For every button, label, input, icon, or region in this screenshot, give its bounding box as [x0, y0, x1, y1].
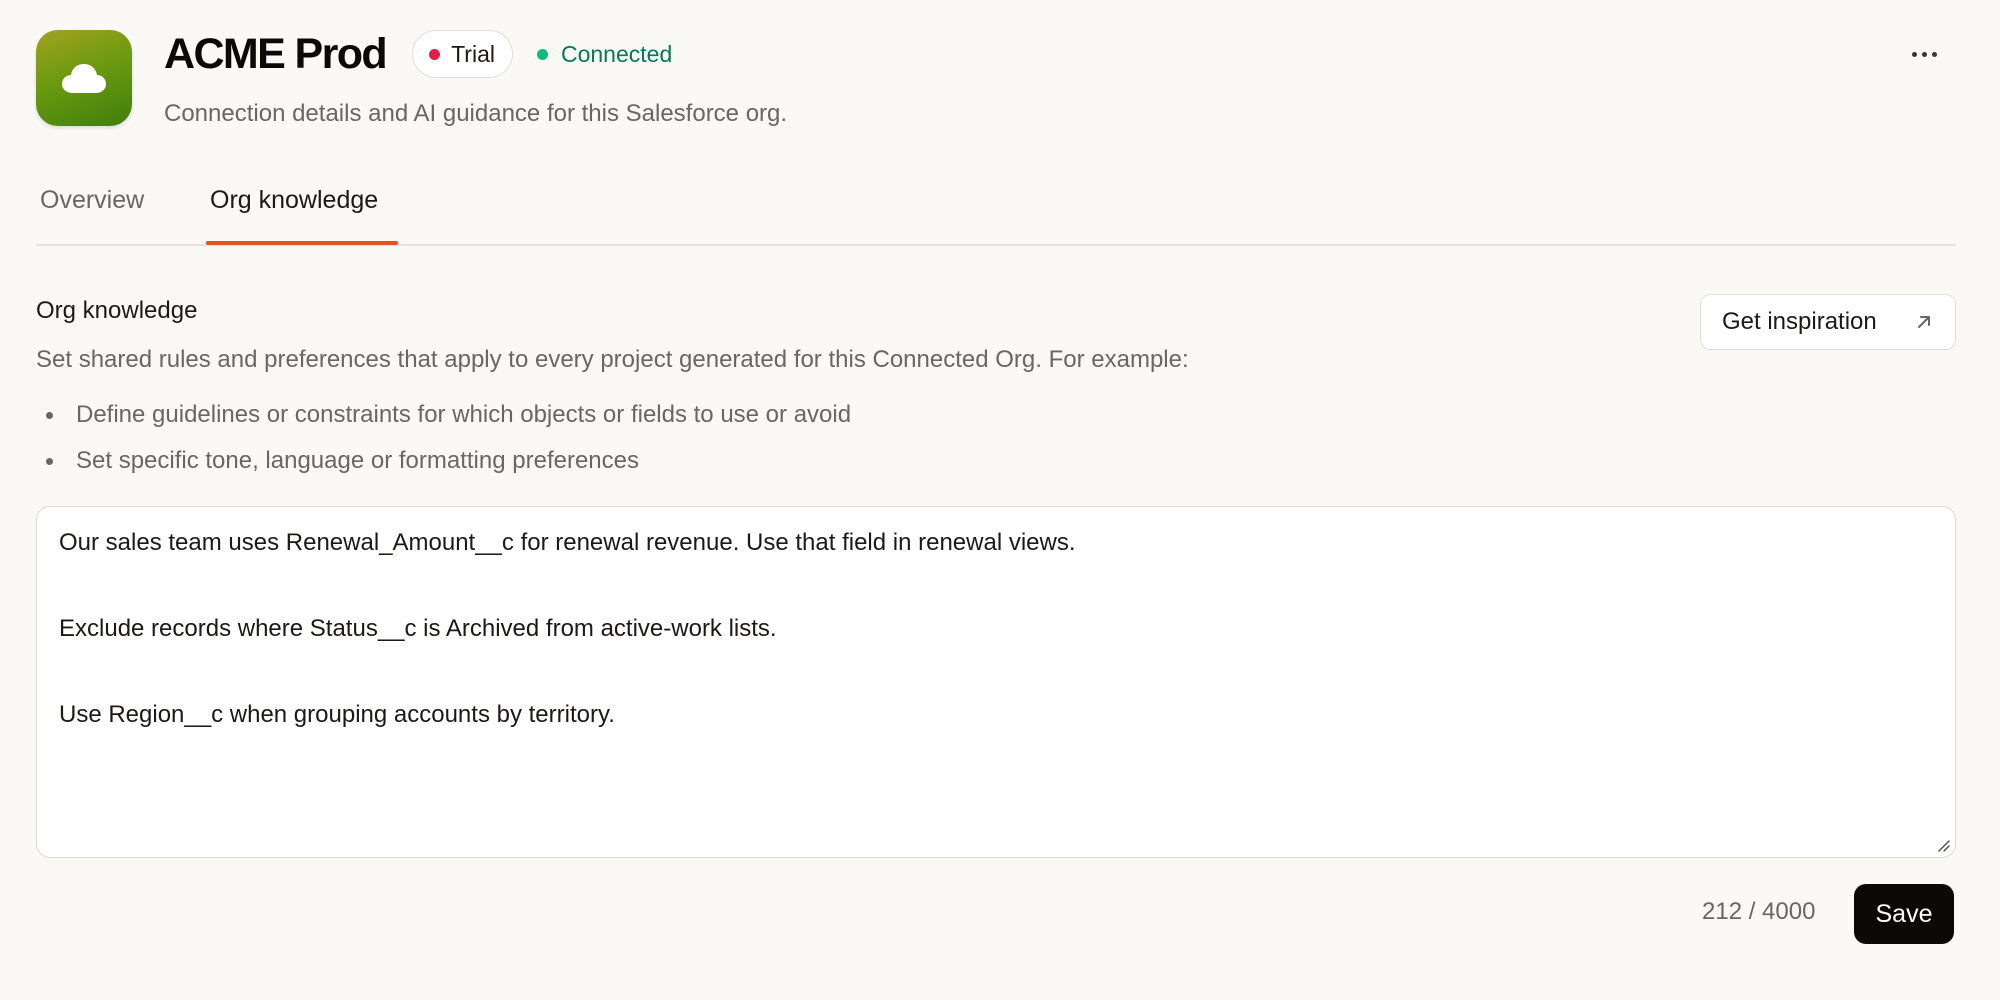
save-button[interactable]: Save — [1854, 884, 1954, 944]
tab-bar: Overview Org knowledge — [36, 170, 1956, 246]
more-horizontal-icon — [1911, 51, 1917, 57]
org-knowledge-textarea[interactable]: Our sales team uses Renewal_Amount__c fo… — [36, 506, 1956, 858]
active-tab-indicator — [206, 241, 398, 245]
textarea-line: Use Region__c when grouping accounts by … — [59, 701, 615, 728]
trial-badge-label: Trial — [451, 40, 495, 67]
status-dot-icon — [536, 48, 548, 60]
textarea-line: Exclude records where Status__c is Archi… — [59, 615, 777, 642]
connection-status-label: Connected — [560, 40, 673, 67]
trial-dot-icon — [429, 48, 441, 60]
textarea-line — [59, 656, 1933, 699]
page-subtitle: Connection details and AI guidance for t… — [164, 100, 788, 127]
resize-handle-icon[interactable] — [1935, 837, 1951, 853]
cloud-icon — [62, 64, 106, 93]
more-horizontal-icon — [1931, 51, 1937, 57]
arrow-up-right-icon — [1918, 316, 1930, 328]
title-row: ACME Prod Trial Connected — [164, 28, 672, 80]
tab-overview[interactable]: Overview — [40, 186, 144, 215]
textarea-line: Our sales team uses Renewal_Amount__c fo… — [59, 529, 1076, 556]
more-options-button[interactable] — [1900, 38, 1948, 70]
tab-org-knowledge[interactable]: Org knowledge — [210, 186, 378, 215]
section-description: Set shared rules and preferences that ap… — [36, 346, 1189, 373]
page-title: ACME Prod — [164, 29, 388, 78]
get-inspiration-label: Get inspiration — [1722, 308, 1877, 335]
connection-status: Connected — [536, 40, 673, 68]
section-title: Org knowledge — [36, 297, 198, 324]
app-icon — [36, 30, 132, 126]
character-count: 212 / 4000 — [1702, 898, 1816, 925]
textarea-line — [59, 570, 1933, 613]
list-item: Define guidelines or constraints for whi… — [36, 398, 851, 444]
list-item: Set specific tone, language or formattin… — [36, 444, 851, 490]
org-settings-page: ACME Prod Trial Connected Connection det… — [0, 0, 2000, 1000]
trial-badge: Trial — [412, 30, 513, 78]
example-list: Define guidelines or constraints for whi… — [36, 398, 851, 490]
more-horizontal-icon — [1921, 51, 1927, 57]
get-inspiration-button[interactable]: Get inspiration — [1700, 294, 1956, 350]
